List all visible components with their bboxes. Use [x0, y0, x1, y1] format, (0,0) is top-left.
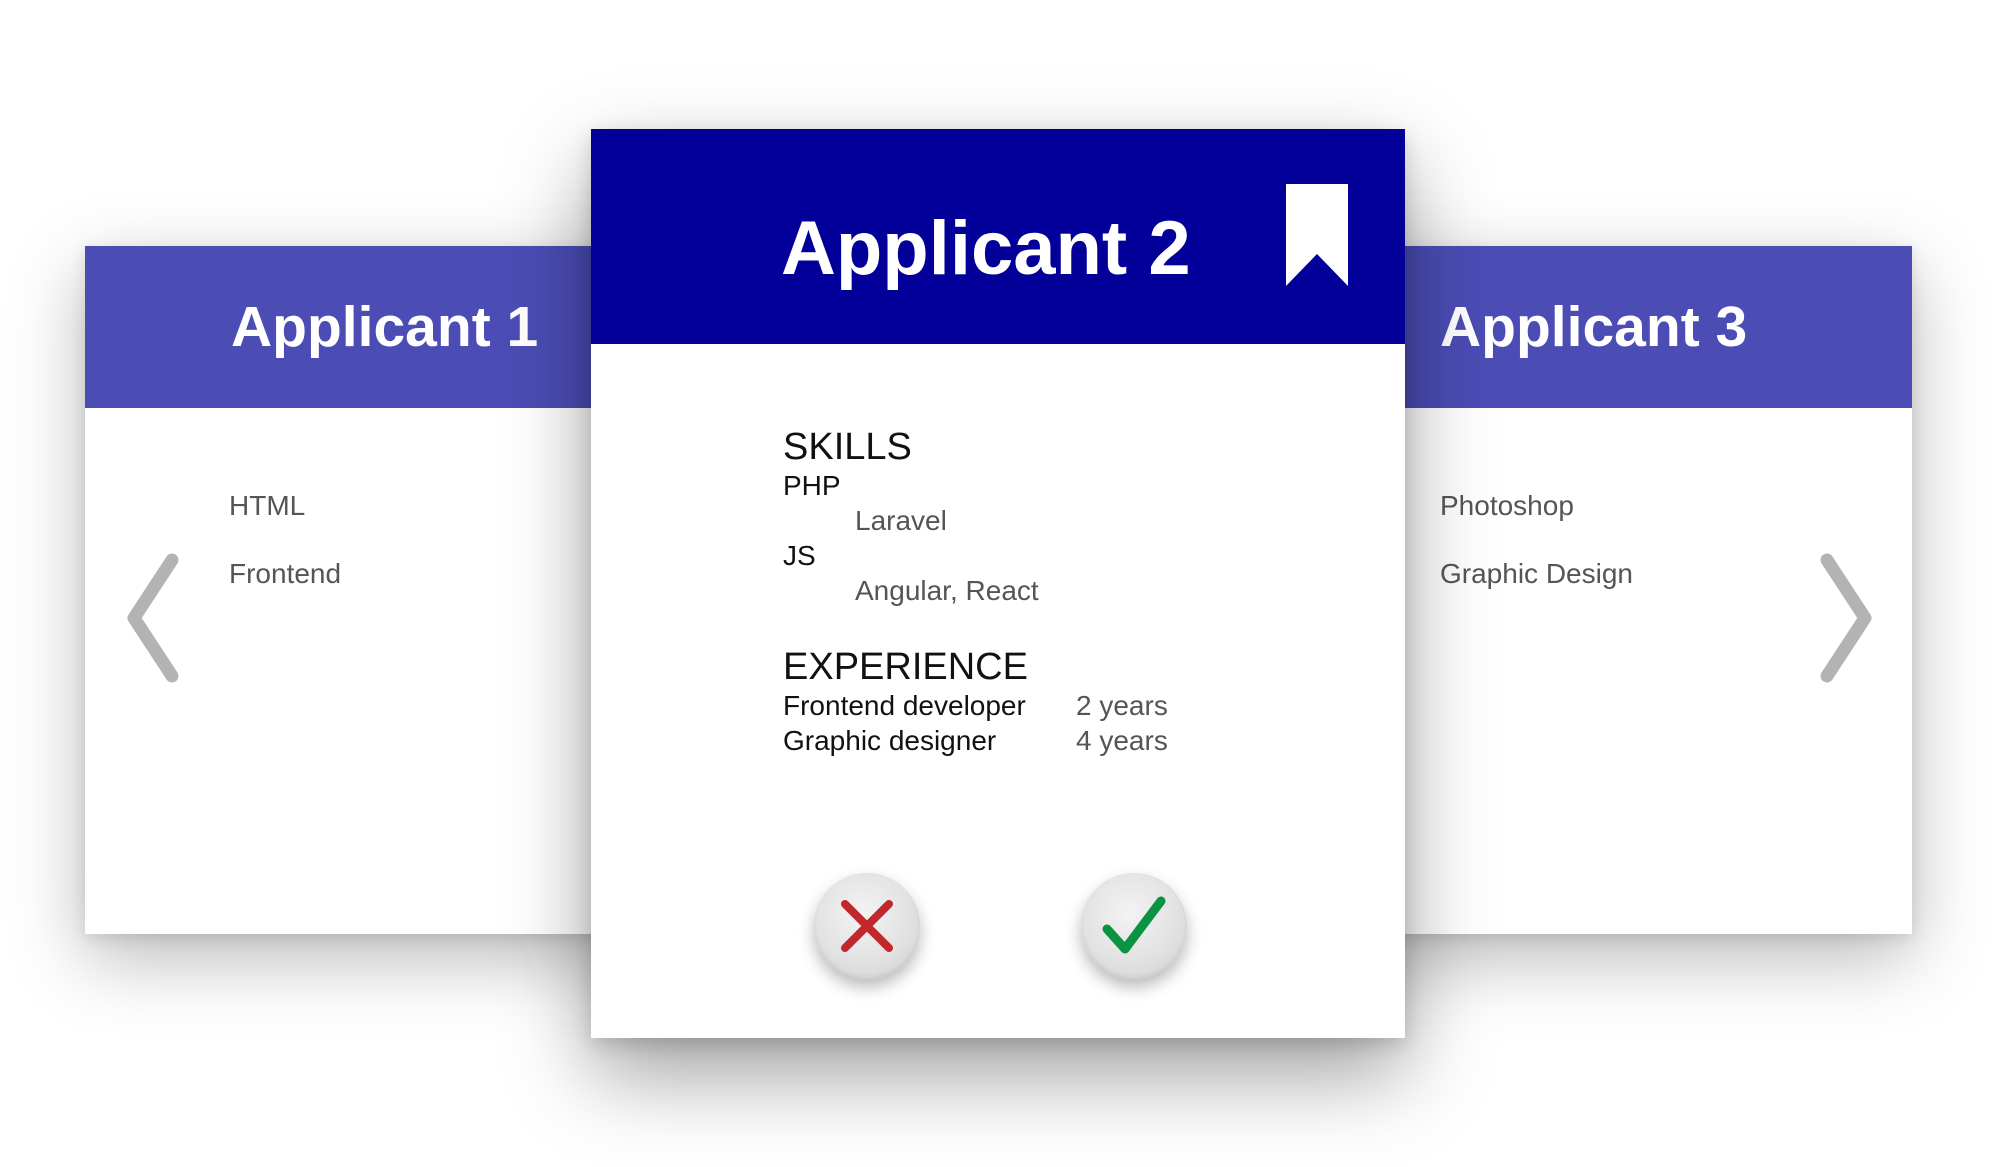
chevron-right-icon[interactable] — [1815, 548, 1879, 688]
applicant-carousel: Applicant 1 HTML Frontend Applicant 3 Ph… — [0, 0, 2000, 1167]
applicant-title: Applicant 3 — [1440, 295, 1748, 359]
checkmark-icon — [1101, 893, 1167, 959]
skill-detail: Angular, React — [855, 575, 1039, 606]
skill-item: Graphic Design — [1440, 558, 1633, 589]
skills-heading: SKILLS — [783, 426, 912, 468]
experience-heading: EXPERIENCE — [783, 646, 1028, 688]
accept-button[interactable] — [1081, 873, 1187, 979]
experience-years: 2 years — [1076, 690, 1168, 721]
applicant-card-header: Applicant 2 — [591, 129, 1405, 344]
applicant-card-header: Applicant 3 — [1352, 246, 1912, 408]
applicant-card-2: Applicant 2 SKILLS PHP Laravel JS Angula… — [591, 129, 1405, 1038]
skills-list: Photoshop Graphic Design — [1440, 490, 1633, 626]
experience-role: Frontend developer — [783, 690, 1026, 721]
x-icon — [837, 896, 897, 956]
skill-detail: Laravel — [855, 505, 947, 536]
applicant-title: Applicant 1 — [231, 295, 539, 359]
skills-list: HTML Frontend — [229, 490, 341, 626]
skill-name: PHP — [783, 470, 841, 501]
skill-name: JS — [783, 540, 816, 571]
skill-item: Photoshop — [1440, 490, 1574, 521]
applicant-title: Applicant 2 — [781, 206, 1191, 291]
applicant-card-header: Applicant 1 — [85, 246, 645, 408]
skill-item: HTML — [229, 490, 306, 521]
skill-item: Frontend — [229, 558, 342, 589]
experience-role: Graphic designer — [783, 725, 997, 756]
reject-button[interactable] — [814, 873, 920, 979]
experience-years: 4 years — [1076, 725, 1168, 756]
bookmark-icon[interactable] — [1286, 184, 1348, 286]
chevron-left-icon[interactable] — [120, 548, 184, 688]
